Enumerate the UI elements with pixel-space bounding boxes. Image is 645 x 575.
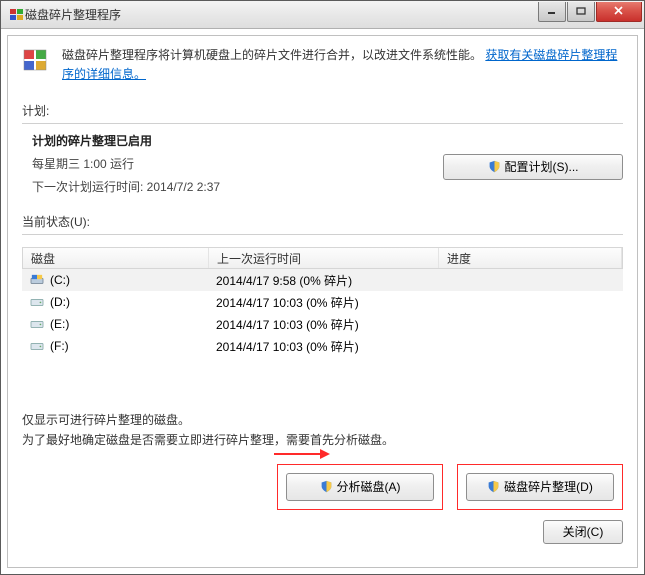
schedule-row: 计划的碎片整理已启用 每星期三 1:00 运行 下一次计划运行时间: 2014/… (22, 132, 623, 201)
table-row[interactable]: (E:) 2014/4/17 10:03 (0% 碎片) (22, 313, 623, 335)
table-row[interactable]: (F:) 2014/4/17 10:03 (0% 碎片) (22, 335, 623, 357)
schedule-next: 下一次计划运行时间: 2014/7/2 2:37 (32, 178, 443, 195)
defrag-icon (22, 46, 52, 76)
schedule-time: 每星期三 1:00 运行 (32, 155, 443, 172)
defrag-label: 磁盘碎片整理(D) (504, 478, 593, 495)
disk-name: (E:) (50, 317, 69, 331)
schedule-info: 计划的碎片整理已启用 每星期三 1:00 运行 下一次计划运行时间: 2014/… (22, 132, 443, 201)
shield-icon (320, 480, 333, 493)
close-window-button[interactable] (596, 2, 642, 22)
table-row[interactable]: (D:) 2014/4/17 10:03 (0% 碎片) (22, 291, 623, 313)
window: 磁盘碎片整理程序 磁盘碎片整理程序将计算机硬盘上的碎片文件进行合并，以改进文件系… (0, 0, 645, 575)
shield-icon (488, 160, 501, 173)
divider (22, 123, 623, 124)
table-body: (C:) 2014/4/17 9:58 (0% 碎片) (D:) 2014/4/17 … (22, 269, 623, 357)
intro-desc: 磁盘碎片整理程序将计算机硬盘上的碎片文件进行合并，以改进文件系统性能。 (62, 48, 482, 62)
action-row: 分析磁盘(A) 磁盘碎片整理(D) (22, 464, 623, 510)
content-area: 磁盘碎片整理程序将计算机硬盘上的碎片文件进行合并，以改进文件系统性能。 获取有关… (1, 29, 644, 574)
window-controls (537, 2, 642, 22)
intro: 磁盘碎片整理程序将计算机硬盘上的碎片文件进行合并，以改进文件系统性能。 获取有关… (22, 46, 623, 84)
configure-label: 配置计划(S)... (505, 158, 579, 175)
annotation-box: 磁盘碎片整理(D) (457, 464, 623, 510)
analyze-button[interactable]: 分析磁盘(A) (286, 473, 434, 501)
disk-table: 磁盘 上一次运行时间 进度 (C:) 2014/4/17 9:58 (0% 碎片)… (22, 247, 623, 357)
cell-disk: (D:) (22, 295, 208, 309)
cell-disk: (E:) (22, 317, 208, 331)
close-button[interactable]: 关闭(C) (543, 520, 623, 544)
shield-icon (487, 480, 500, 493)
cell-lastrun: 2014/4/17 9:58 (0% 碎片) (208, 272, 438, 289)
disk-name: (D:) (50, 295, 70, 309)
col-progress[interactable]: 进度 (439, 248, 622, 268)
annotation-box: 分析磁盘(A) (277, 464, 443, 510)
col-lastrun[interactable]: 上一次运行时间 (209, 248, 439, 268)
col-disk[interactable]: 磁盘 (23, 248, 209, 268)
table-header: 磁盘 上一次运行时间 进度 (22, 247, 623, 269)
defrag-button[interactable]: 磁盘碎片整理(D) (466, 473, 614, 501)
cell-disk: (F:) (22, 339, 208, 353)
status-label: 当前状态(U): (22, 213, 623, 230)
schedule-label: 计划: (22, 102, 623, 119)
close-label: 关闭(C) (563, 523, 604, 540)
table-row[interactable]: (C:) 2014/4/17 9:58 (0% 碎片) (22, 269, 623, 291)
app-icon (9, 7, 25, 23)
window-title: 磁盘碎片整理程序 (25, 6, 537, 23)
minimize-button[interactable] (538, 2, 566, 22)
cell-lastrun: 2014/4/17 10:03 (0% 碎片) (208, 316, 438, 333)
analyze-label: 分析磁盘(A) (337, 478, 401, 495)
cell-disk: (C:) (22, 273, 208, 287)
disk-name: (C:) (50, 273, 70, 287)
close-row: 关闭(C) (22, 520, 623, 544)
maximize-button[interactable] (567, 2, 595, 22)
disk-name: (F:) (50, 339, 69, 353)
cell-lastrun: 2014/4/17 10:03 (0% 碎片) (208, 294, 438, 311)
titlebar: 磁盘碎片整理程序 (1, 1, 644, 29)
annotation-arrow (272, 444, 332, 464)
configure-schedule-button[interactable]: 配置计划(S)... (443, 154, 623, 180)
note-line1: 仅显示可进行碎片整理的磁盘。 (22, 411, 623, 430)
schedule-enabled: 计划的碎片整理已启用 (32, 132, 443, 149)
intro-text: 磁盘碎片整理程序将计算机硬盘上的碎片文件进行合并，以改进文件系统性能。 获取有关… (62, 46, 623, 84)
divider (22, 234, 623, 235)
cell-lastrun: 2014/4/17 10:03 (0% 碎片) (208, 338, 438, 355)
inner-panel: 磁盘碎片整理程序将计算机硬盘上的碎片文件进行合并，以改进文件系统性能。 获取有关… (7, 35, 638, 568)
